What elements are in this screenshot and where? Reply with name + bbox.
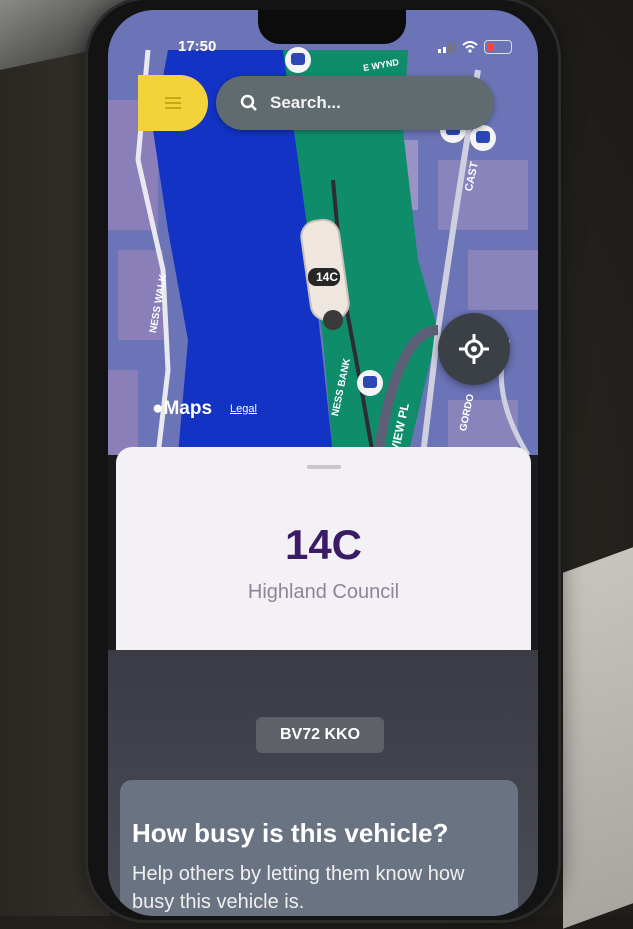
maps-attribution: ●Maps [152, 398, 213, 419]
busyness-title: How busy is this vehicle? [132, 818, 449, 848]
signal-icon [438, 41, 456, 53]
locate-me-button[interactable] [438, 313, 510, 385]
search-placeholder: Search... [270, 93, 341, 112]
phone-screen: 17:50 14C NESS WALK NESS BANK VIEW PL GO… [108, 10, 538, 916]
notch [258, 10, 406, 44]
vehicle-sheet: 14C Highland Council [116, 447, 531, 650]
registration-plate: BV72 KKO [256, 717, 384, 753]
menu-button[interactable] [138, 75, 208, 131]
apple-logo-icon: ● [152, 398, 164, 419]
status-time: 17:50 [178, 38, 217, 55]
route-number: 14C [284, 521, 363, 568]
legal-link[interactable]: Legal [230, 403, 257, 415]
sheet-grabber[interactable] [307, 465, 341, 469]
battery-icon [484, 40, 512, 54]
busyness-description: Help others by letting them know how bus… [132, 863, 465, 913]
vehicle-details: BV72 KKO How busy is this vehicle? Help … [108, 650, 538, 916]
bus-route-badge: 14C [315, 270, 338, 284]
status-icons [438, 40, 512, 54]
search-input[interactable]: Search... [216, 76, 494, 130]
bus-stop-icon [357, 370, 383, 396]
crosshair-icon [459, 334, 489, 364]
background-paper [563, 547, 633, 929]
wifi-icon [462, 41, 478, 53]
search-icon [240, 94, 257, 111]
busyness-card[interactable]: How busy is this vehicle? Help others by… [120, 780, 518, 916]
hamburger-icon [165, 97, 181, 109]
operator-name: Highland Council [247, 581, 400, 603]
bus-stop-icon [285, 47, 311, 73]
